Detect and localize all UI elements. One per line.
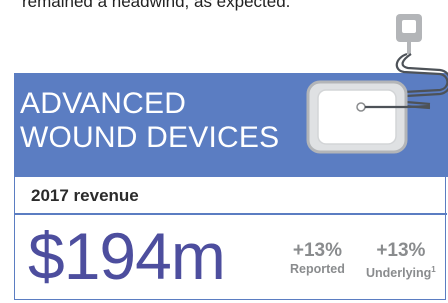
revenue-label: 2017 revenue — [31, 186, 139, 205]
metric-underlying-label-text: Underlying — [366, 266, 432, 281]
metric-underlying-footnote: 1 — [431, 265, 436, 274]
metric-underlying: +13% Underlying1 — [366, 240, 436, 281]
revenue-value: $194m — [28, 219, 226, 293]
page: remained a headwind, as expected. ADVANC… — [0, 0, 448, 303]
metric-underlying-label: Underlying1 — [366, 262, 436, 281]
metric-reported: +13% Reported — [290, 240, 345, 277]
metric-reported-label-text: Reported — [290, 262, 345, 276]
revenue-divider — [15, 213, 447, 215]
metric-underlying-change: +13% — [376, 240, 426, 261]
metric-reported-label: Reported — [290, 262, 345, 277]
device-plug-icon — [396, 14, 422, 54]
metric-reported-change: +13% — [292, 240, 342, 261]
